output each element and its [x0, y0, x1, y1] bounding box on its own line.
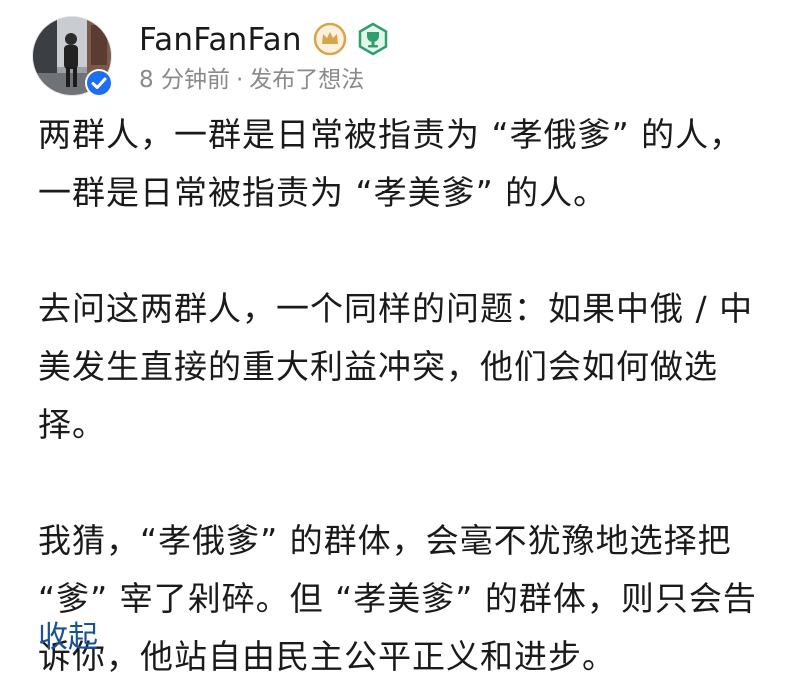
- avatar[interactable]: [32, 16, 114, 98]
- verified-check-icon: [84, 68, 114, 98]
- collapse-link[interactable]: 收起: [38, 618, 98, 658]
- post-action: 发布了想法: [249, 67, 365, 93]
- post-paragraph: 两群人，一群是日常被指责为 “孝俄爹” 的人，一群是日常被指责为 “孝美爹” 的…: [38, 115, 744, 212]
- post-card: FanFanFan 8 分钟前 · 发布了想法 两群人，一群是日常被指责为 “孝俄爹…: [0, 0, 800, 676]
- post-paragraph: 我猜，“孝俄爹” 的群体，会毫不犹豫地选择把 “爹” 宰了剁碎。但 “孝美爹” …: [38, 521, 757, 676]
- post-meta: 8 分钟前 · 发布了想法: [139, 64, 364, 96]
- post-paragraph: 去问这两群人，一个同样的问题：如果中俄 / 中美发生直接的重大利益冲突，他们会如…: [38, 289, 754, 444]
- crown-badge-icon[interactable]: [313, 22, 347, 56]
- trophy-badge-icon[interactable]: [356, 22, 390, 56]
- meta-separator: ·: [235, 67, 244, 93]
- post-time: 8 分钟前: [139, 67, 230, 93]
- author-name[interactable]: FanFanFan: [139, 18, 302, 62]
- post-content: 两群人，一群是日常被指责为 “孝俄爹” 的人，一群是日常被指责为 “孝美爹” 的…: [38, 106, 768, 686]
